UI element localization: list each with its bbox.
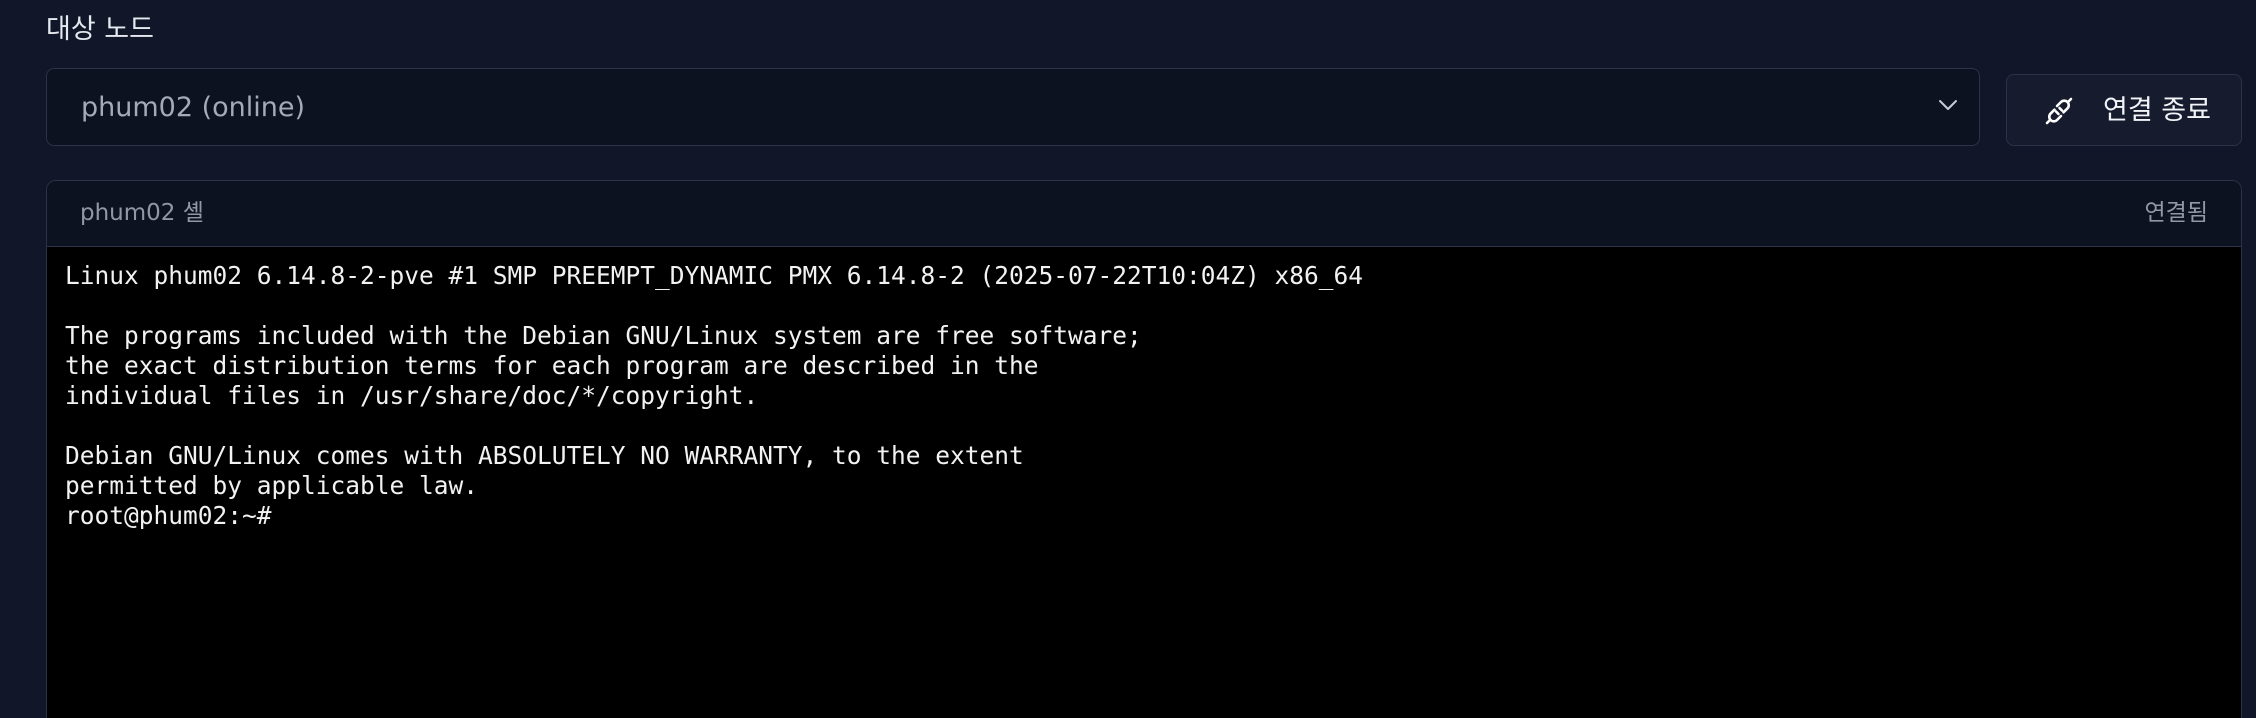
shell-title: phum02 셸 [80,200,204,226]
terminal-line: The programs included with the Debian GN… [65,321,1142,350]
terminal-line: Linux phum02 6.14.8-2-pve #1 SMP PREEMPT… [65,261,1364,290]
target-node-selected-value: phum02 (online) [81,91,306,123]
terminal-prompt[interactable]: root@phum02:~# [65,501,2223,531]
remote-shell-page: 대상 노드 phum02 (online) 연결 종료 phum02 셸 연결됨… [0,0,2256,718]
terminal-output[interactable]: Linux phum02 6.14.8-2-pve #1 SMP PREEMPT… [65,261,2223,718]
shell-header: phum02 셸 연결됨 [47,181,2241,247]
link-broken-icon [2045,97,2073,125]
shell-panel: phum02 셸 연결됨 Linux phum02 6.14.8-2-pve #… [46,180,2242,718]
target-node-select[interactable]: phum02 (online) [46,68,1980,146]
connection-status: 연결됨 [2144,200,2208,226]
chevron-down-icon [1939,100,1957,110]
terminal-line: the exact distribution terms for each pr… [65,351,1039,380]
target-node-label: 대상 노드 [46,14,154,45]
disconnect-button[interactable]: 연결 종료 [2006,74,2242,146]
terminal-line: Debian GNU/Linux comes with ABSOLUTELY N… [65,441,1024,470]
terminal-line: permitted by applicable law. [65,471,479,500]
disconnect-button-label: 연결 종료 [2103,95,2211,126]
terminal-line: individual files in /usr/share/doc/*/cop… [65,381,759,410]
